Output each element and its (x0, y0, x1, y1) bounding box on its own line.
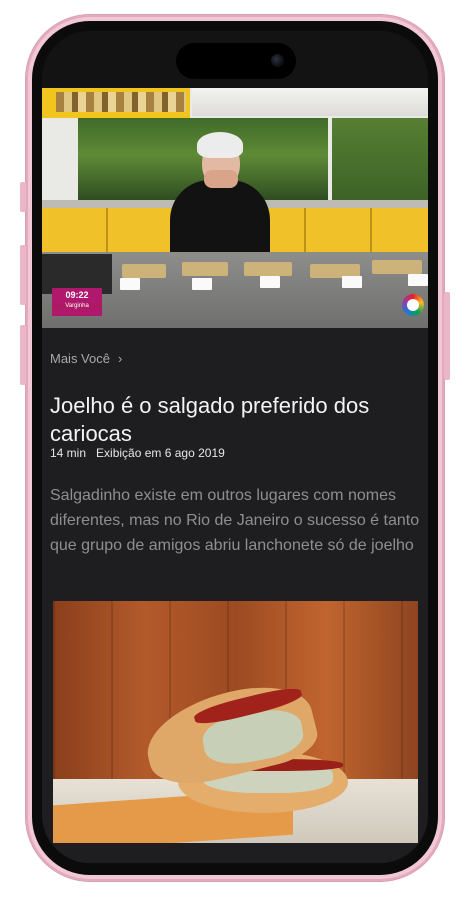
chevron-right-icon: › (117, 351, 123, 366)
duration: 14 min (50, 446, 87, 460)
video-player[interactable]: 09:22 Varginha (42, 88, 428, 328)
article-image[interactable] (53, 601, 418, 843)
power-button (444, 292, 450, 380)
screen: 09:22 Varginha Mais Você › Joelho é o sa… (42, 31, 428, 863)
volume-down-button (20, 325, 26, 385)
badge-channel: Varginha (52, 303, 102, 309)
video-meta: 14 min Exibição em 6 ago 2019 (50, 446, 225, 460)
camera-icon (271, 54, 284, 67)
video-shelf (42, 88, 190, 118)
video-channel-badge: 09:22 Varginha (52, 288, 102, 316)
volume-up-button (20, 245, 26, 305)
page-title: Joelho é o salgado preferido dos carioca… (50, 392, 370, 446)
dynamic-island (176, 43, 296, 79)
breadcrumb[interactable]: Mais Você › (50, 351, 122, 366)
description: Salgadinho existe em outros lugares com … (50, 487, 420, 554)
globo-logo-icon (402, 294, 424, 316)
badge-time: 09:22 (65, 290, 89, 300)
action-button (20, 182, 26, 212)
breadcrumb-label: Mais Você (50, 351, 110, 366)
air-date: Exibição em 6 ago 2019 (96, 446, 225, 460)
